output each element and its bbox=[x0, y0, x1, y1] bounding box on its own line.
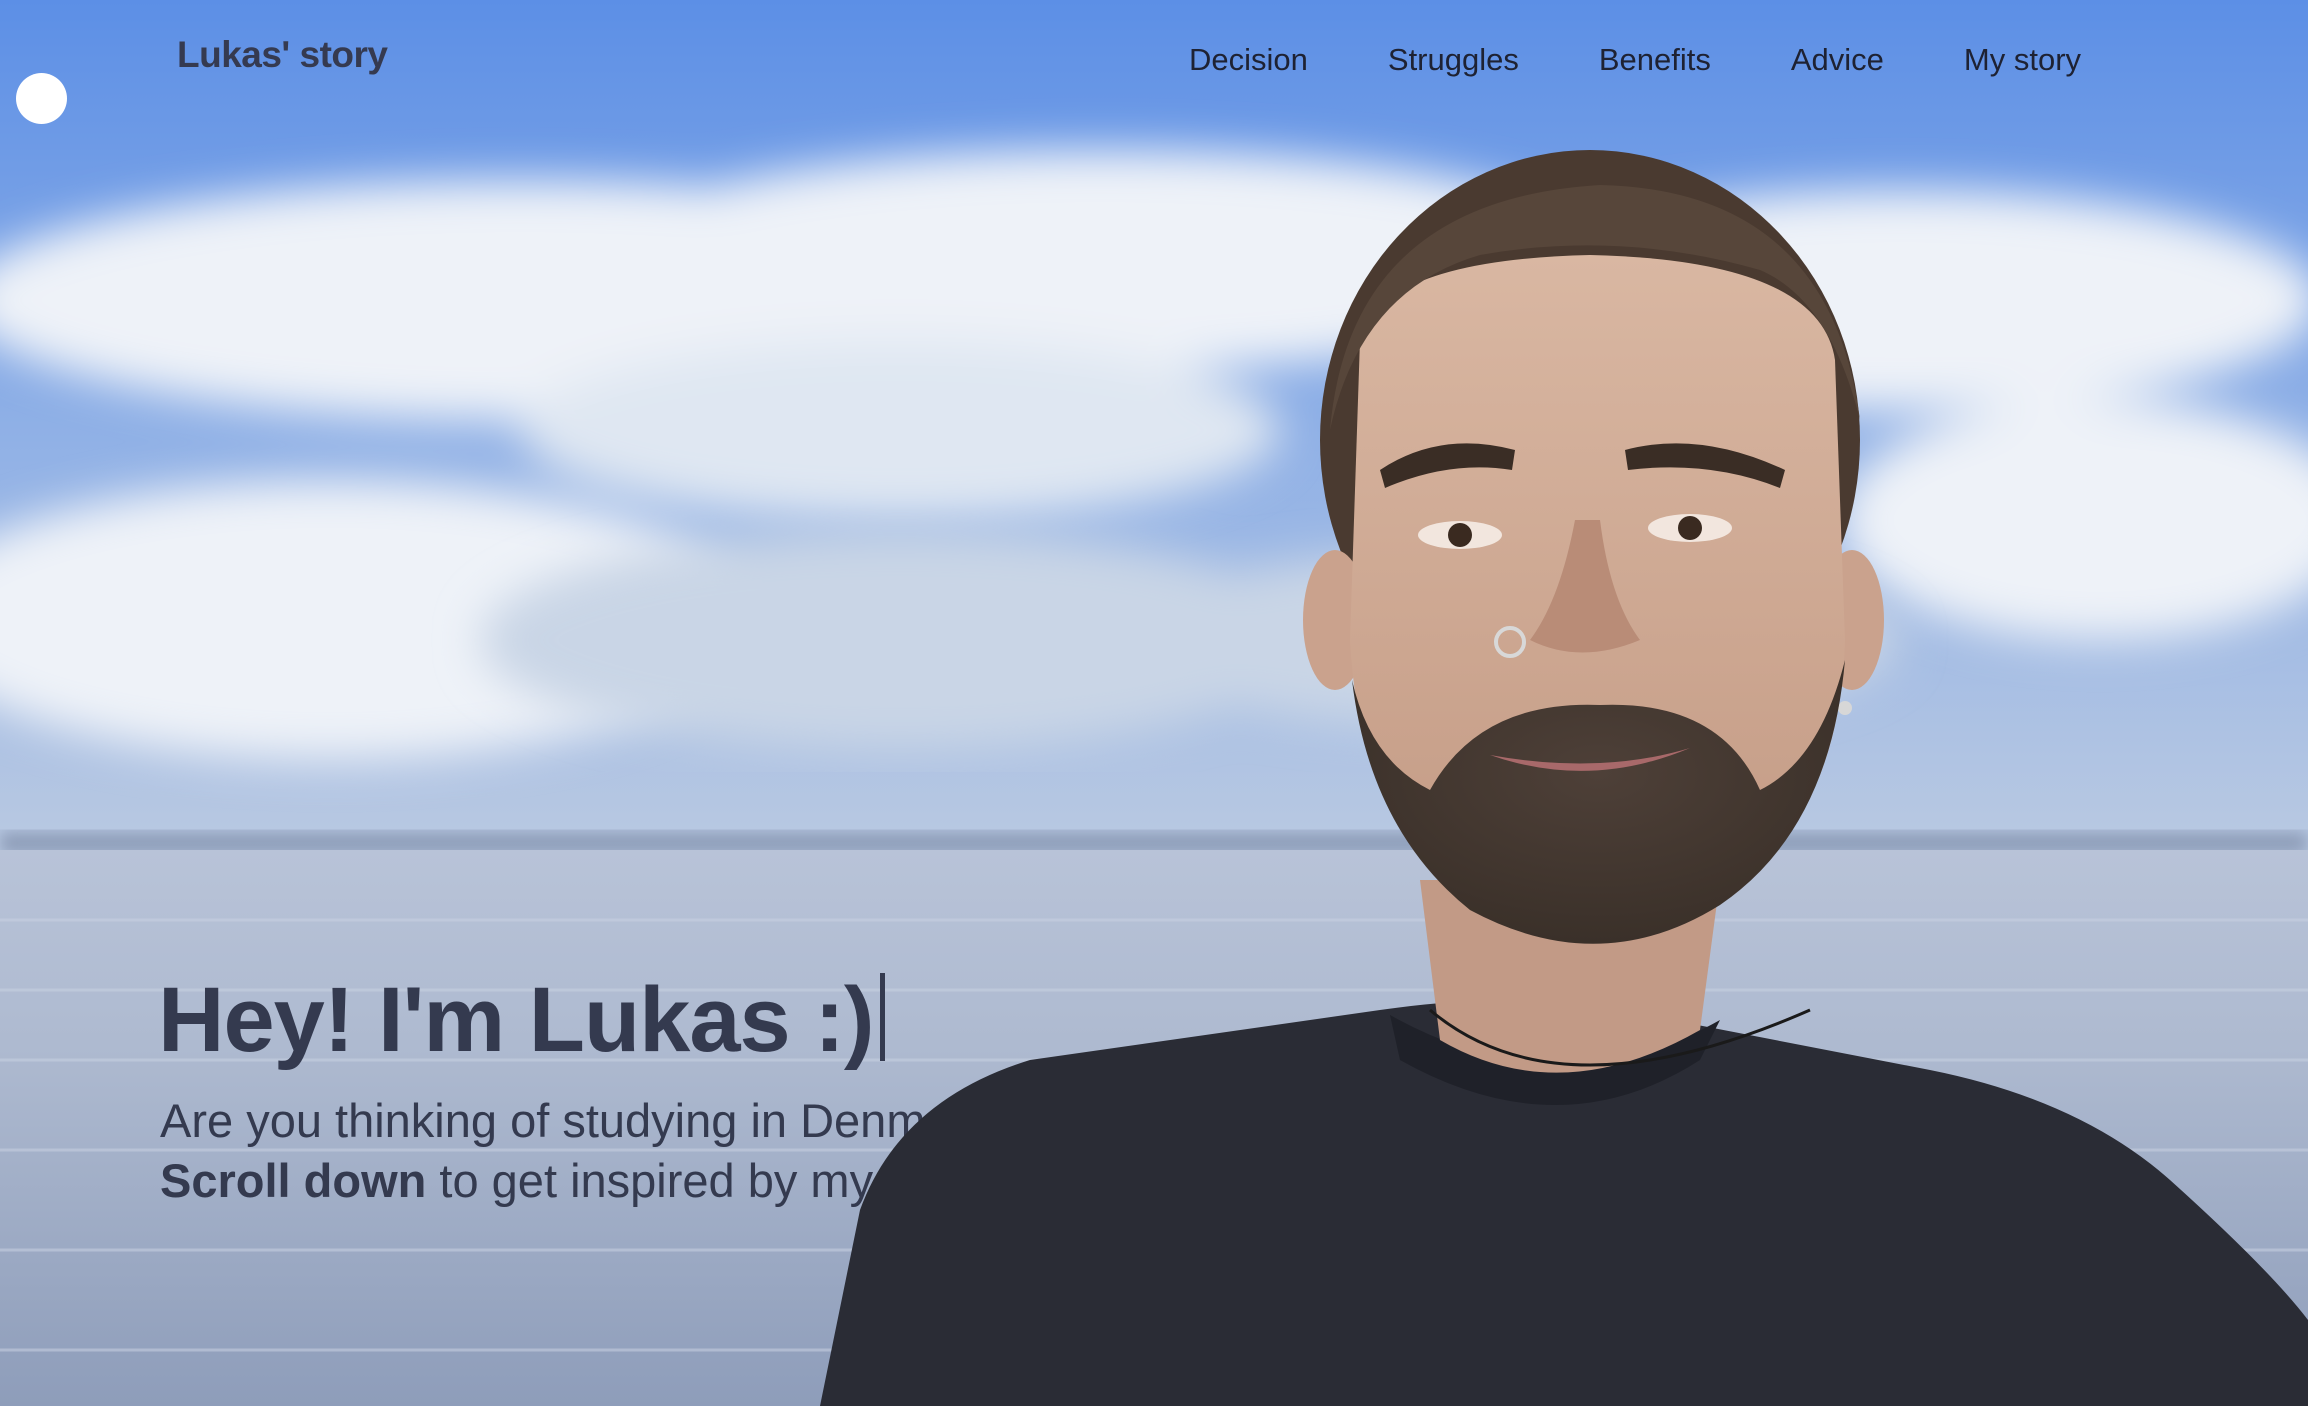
nav-item-benefits[interactable]: Benefits bbox=[1599, 42, 1711, 78]
site-logo[interactable]: Lukas' story bbox=[177, 34, 388, 76]
page: Lukas' story Decision Struggles Benefits… bbox=[0, 0, 2308, 1406]
nav-item-struggles[interactable]: Struggles bbox=[1388, 42, 1519, 78]
cursor-dot bbox=[16, 73, 67, 124]
hero-title-text: Hey! I'm Lukas :) bbox=[158, 969, 874, 1071]
nav-item-my-story[interactable]: My story bbox=[1964, 42, 2081, 78]
hero-cta-bold: Scroll down bbox=[160, 1154, 427, 1207]
hero-subtitle: Are you thinking of studying in Denmark? bbox=[160, 1094, 1017, 1147]
nav-item-advice[interactable]: Advice bbox=[1791, 42, 1884, 78]
hero-cta-rest: to get inspired by my story bbox=[426, 1154, 988, 1207]
typing-caret bbox=[879, 973, 885, 1061]
hero-cta: Scroll down to get inspired by my story bbox=[160, 1153, 988, 1208]
main-nav: Decision Struggles Benefits Advice My st… bbox=[1189, 42, 2081, 78]
nav-item-decision[interactable]: Decision bbox=[1189, 42, 1308, 78]
hero-title: Hey! I'm Lukas :) bbox=[158, 968, 885, 1073]
